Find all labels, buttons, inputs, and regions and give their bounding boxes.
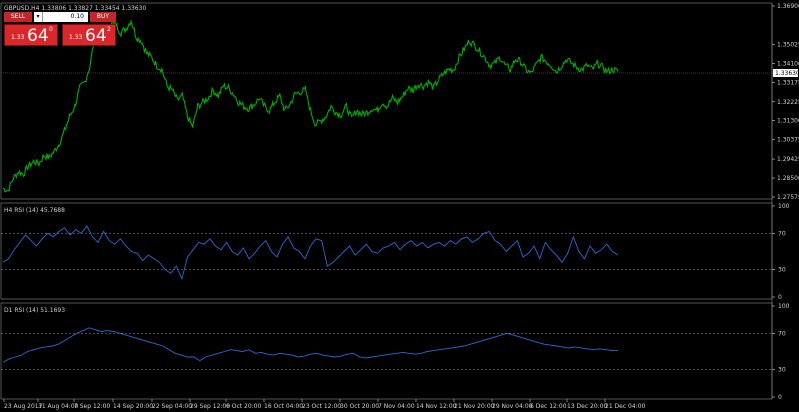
price-tick-label: 1.27575 [777,194,799,201]
sell-quote-button[interactable]: 1.33 64 0 [4,24,58,46]
symbol-header: GBPUSD,H4 1.33806 1.33827 1.33454 1.3363… [4,5,146,12]
time-axis-label: 6 Oct 20:00 [226,403,261,410]
time-axis-label: 16 Oct 04:00 [264,403,303,410]
rsi-d1-panel-frame [0,302,773,400]
price-panel-frame [0,2,773,200]
rsi-d1-tick-label: 0 [778,394,782,401]
buy-quote-pips: 64 [85,26,107,46]
price-tick-label: 1.29425 [777,156,799,163]
price-tick-label: 1.30375 [777,137,799,144]
rsi-d1-label: D1 RSI (14) 51.1693 [4,307,65,314]
lot-size-value: 0.10 [70,13,84,20]
sell-quote-base: 1.33 [11,34,25,41]
price-tick-label: 1.33175 [777,79,799,86]
time-axis-label: 21 Dec 04:00 [605,403,646,410]
rsi-d1-tick-label: 30 [778,367,786,374]
rsi-d1-tick-label: 100 [778,303,790,310]
time-axis-label: 30 Oct 20:00 [340,403,379,410]
rsi-h4-label: H4 RSI (14) 45.7688 [4,207,65,214]
buy-quote-button[interactable]: 1.33 64 2 [62,24,116,46]
sell-quote-pips: 64 [27,26,49,46]
lot-size-input[interactable]: ▾ 0.10 [34,12,88,22]
time-axis-label: 7 Nov 04:00 [378,403,415,410]
time-axis-label: 29 Nov 04:00 [492,403,533,410]
price-tick-label: 1.32225 [777,99,799,106]
rsi-h4-tick-label: 30 [778,267,786,274]
chart-area[interactable]: 1.36900 1.35025 1.34100 1.33175 1.32225 1.313… [0,0,799,412]
time-axis-label: 29 Sep 12:00 [190,403,230,410]
buy-quote-fraction: 2 [107,26,111,33]
price-tick-label: 1.36900 [777,3,799,10]
rsi-h4-tick-label: 0 [778,294,782,301]
rsi-h4-tick-label: 70 [778,230,786,237]
lot-dropdown-icon[interactable]: ▾ [34,12,43,22]
rsi-d1-tick-label: 70 [778,330,786,337]
price-tick-label: 1.35025 [777,41,799,48]
sell-quote-fraction: 0 [49,26,53,33]
rsi-h4-line [2,225,619,281]
rsi-h4-panel-frame [0,202,773,300]
sell-button[interactable]: SELL [4,12,32,22]
rsi-d1-line [2,327,618,363]
time-axis-label: 22 Sep 04:00 [152,403,192,410]
one-click-trading-panel: SELL ▾ 0.10 BUY 1.33 64 0 1.33 64 2 [4,12,116,46]
current-price-label: 1.33630 [775,70,799,77]
time-axis-label: 31 Aug 04:00 [38,403,79,410]
time-axis-label: 14 Sep 20:00 [113,403,153,410]
price-tick-label: 1.28500 [777,175,799,182]
buy-button[interactable]: BUY [90,12,116,22]
price-tick-label: 1.34100 [777,60,799,67]
time-axis-label: 21 Nov 20:00 [454,403,495,410]
rsi-h4-tick-label: 100 [778,203,790,210]
buy-quote-base: 1.33 [69,34,83,41]
time-axis-label: 23 Aug 2017 [4,403,43,410]
time-axis-label: 7 Sep 12:00 [74,403,110,410]
time-axis-label: 14 Nov 12:00 [416,403,457,410]
time-axis-label: 23 Oct 12:00 [302,403,341,410]
price-tick-label: 1.31300 [777,118,799,125]
time-axis-label: 6 Dec 12:00 [530,403,567,410]
time-axis-label: 13 Dec 20:00 [567,403,608,410]
